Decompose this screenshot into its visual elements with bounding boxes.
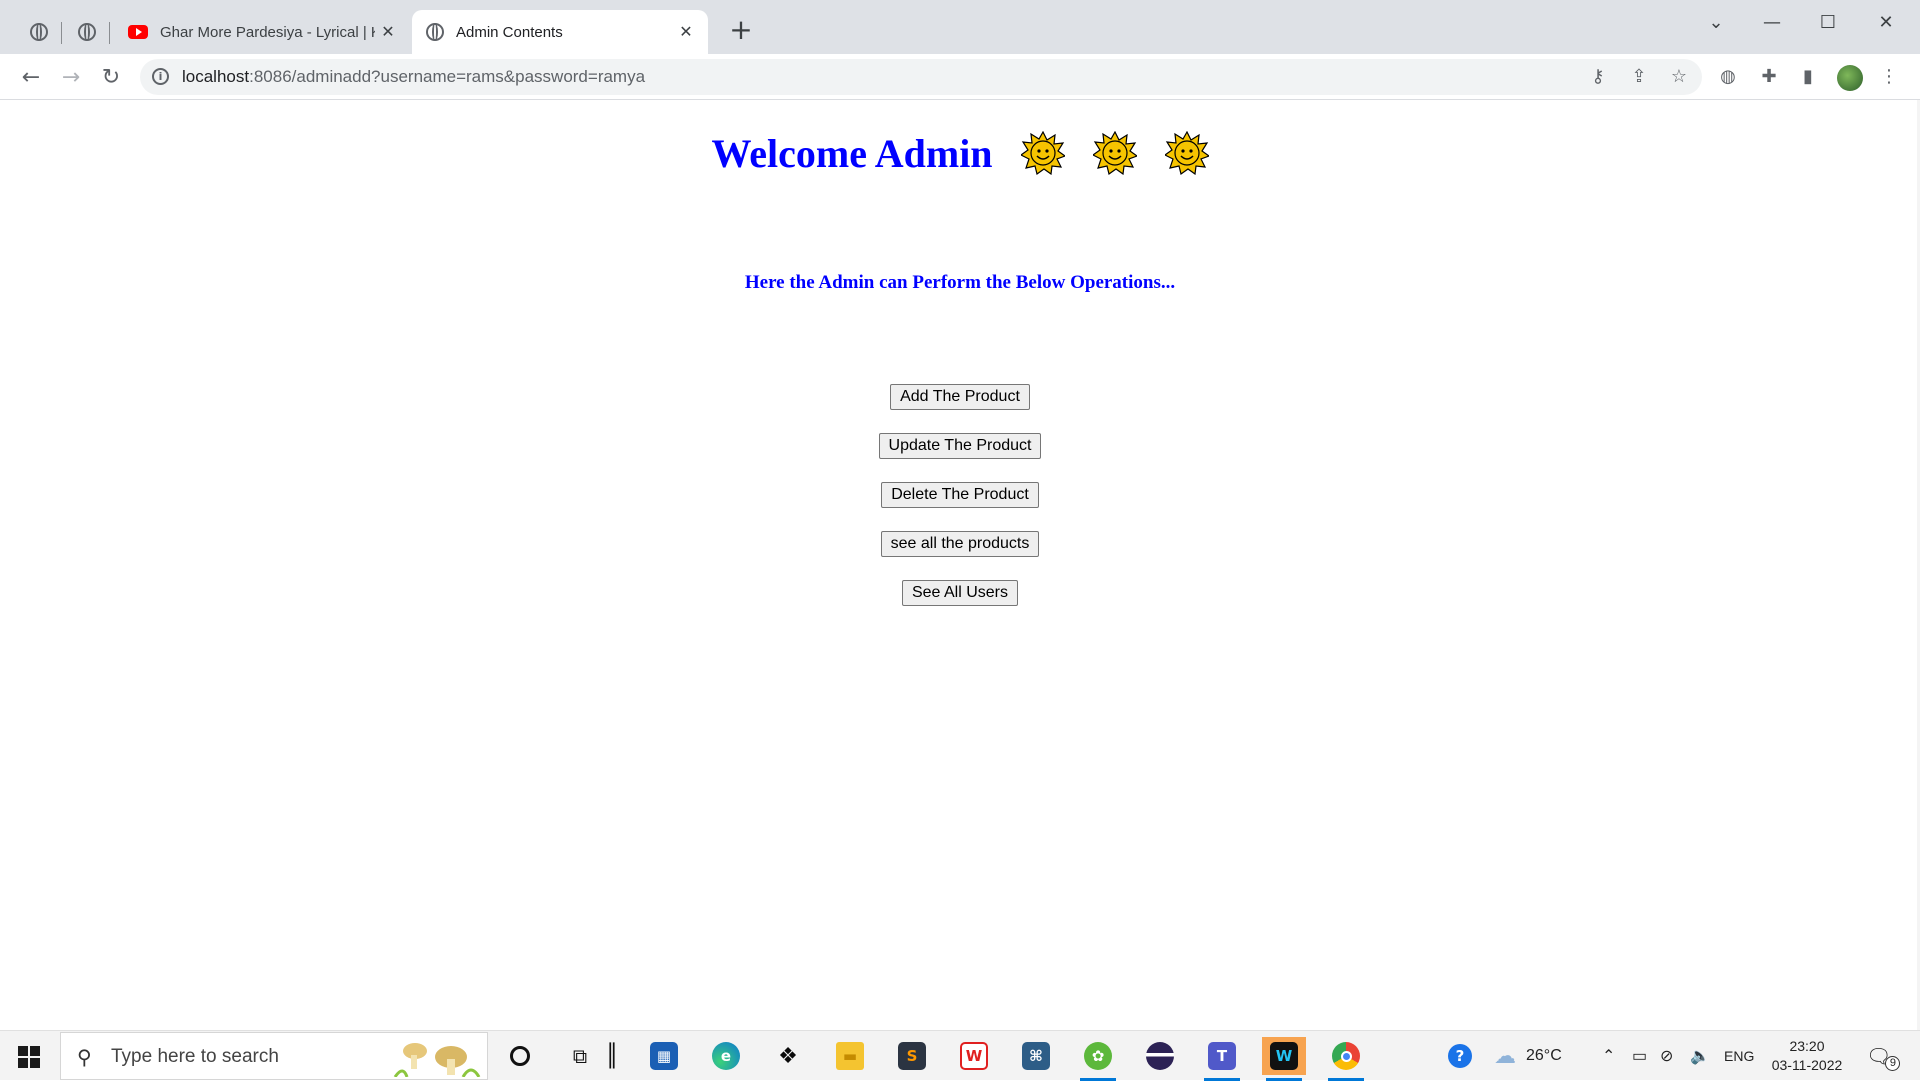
search-highlight-art-icon <box>393 1043 481 1077</box>
language-indicator[interactable]: ENG <box>1724 1031 1754 1081</box>
cortana-icon[interactable] <box>498 1037 542 1075</box>
globe-icon <box>30 23 48 41</box>
webex-icon[interactable]: W <box>1262 1037 1306 1081</box>
cloud-icon: ☁ <box>1494 1043 1516 1068</box>
welcome-heading: Welcome Admin <box>711 131 993 176</box>
menu-kebab-icon[interactable]: ⋮ <box>1877 66 1901 90</box>
windows-start-icon[interactable] <box>18 1046 40 1068</box>
bookmark-star-icon[interactable]: ☆ <box>1668 66 1690 88</box>
dropbox-icon[interactable]: ❖ <box>766 1037 810 1075</box>
sublime-text-icon[interactable]: S <box>890 1037 934 1075</box>
page-title: Welcome Admin <box>0 130 1920 177</box>
address-bar[interactable]: i localhost:8086/adminadd?username=rams&… <box>140 59 1702 95</box>
url-text[interactable]: localhost:8086/adminadd?username=rams&pa… <box>182 67 645 87</box>
browser-toolbar: ← → ↻ i localhost:8086/adminadd?username… <box>0 54 1920 100</box>
chrome-icon[interactable] <box>1324 1037 1368 1081</box>
wps-office-icon[interactable]: W <box>952 1037 996 1075</box>
forward-arrow-icon[interactable]: → <box>56 62 86 92</box>
clock-date: 03-11-2022 <box>1771 1057 1843 1073</box>
globe-icon <box>78 23 96 41</box>
pinned-tab[interactable] <box>16 10 62 54</box>
sun-emoji-icon <box>1020 131 1065 175</box>
close-icon[interactable]: ✕ <box>676 22 696 42</box>
new-tab-button[interactable]: + <box>726 16 756 46</box>
close-icon[interactable]: ✕ <box>378 22 398 42</box>
help-icon[interactable]: ? <box>1438 1037 1482 1075</box>
minimize-button[interactable]: — <box>1744 4 1800 40</box>
maximize-button[interactable]: ☐ <box>1800 4 1856 40</box>
globe-icon <box>426 23 444 41</box>
extension-globe-icon[interactable]: ◍ <box>1716 66 1740 90</box>
eclipse-icon[interactable] <box>1138 1037 1182 1075</box>
tab-admin-contents[interactable]: Admin Contents ✕ <box>412 10 708 54</box>
youtube-icon <box>128 25 148 39</box>
search-placeholder: Type here to search <box>111 1046 279 1067</box>
back-arrow-icon[interactable]: ← <box>16 62 46 92</box>
show-hidden-icons-chevron-icon[interactable]: ⌃ <box>1602 1031 1615 1081</box>
notification-count: 9 <box>1885 1055 1901 1071</box>
spring-tool-suite-icon[interactable]: ✿ <box>1076 1037 1120 1081</box>
battery-icon[interactable]: ▭ <box>1632 1031 1647 1081</box>
pinned-tab[interactable] <box>64 10 110 54</box>
file-explorer-icon[interactable]: ▬ <box>828 1037 872 1075</box>
taskbar-search-box[interactable]: ⚲ Type here to search <box>60 1032 488 1080</box>
side-panel-icon[interactable]: ▮ <box>1796 66 1820 90</box>
edge-icon[interactable]: e <box>704 1037 748 1075</box>
tab-youtube[interactable]: Ghar More Pardesiya - Lyrical | Ka ✕ <box>120 10 410 54</box>
see-all-products-button[interactable]: see all the products <box>880 531 1040 557</box>
sun-emoji-icon <box>1092 131 1137 175</box>
notification-center-icon[interactable]: 🗨 9 <box>1866 1031 1901 1081</box>
close-window-button[interactable]: ✕ <box>1858 4 1914 40</box>
tab-search-chevron-icon[interactable]: ⌄ <box>1688 4 1744 40</box>
volume-icon[interactable]: 🔈 <box>1690 1031 1710 1081</box>
mysql-workbench-icon[interactable]: ⌘ <box>1014 1037 1058 1075</box>
key-icon[interactable]: ⚷ <box>1587 66 1609 88</box>
clock-time: 23:20 <box>1789 1038 1825 1054</box>
microsoft-teams-icon[interactable]: T <box>1200 1037 1244 1081</box>
task-view-icon[interactable]: ⧉ <box>558 1037 602 1075</box>
tab-title: Ghar More Pardesiya - Lyrical | Ka <box>160 23 375 41</box>
weather-temperature: 26°C <box>1526 1047 1562 1064</box>
add-product-button[interactable]: Add The Product <box>890 384 1030 410</box>
profile-avatar[interactable] <box>1837 65 1863 91</box>
see-all-users-button[interactable]: See All Users <box>901 580 1019 606</box>
search-icon: ⚲ <box>77 1045 92 1069</box>
weather-widget[interactable]: ☁ 26°C <box>1494 1031 1562 1081</box>
tab-strip: Ghar More Pardesiya - Lyrical | Ka ✕ Adm… <box>0 0 1920 54</box>
tab-title: Admin Contents <box>456 23 563 41</box>
extensions-puzzle-icon[interactable]: ✚ <box>1757 66 1781 90</box>
network-icon[interactable]: ⊘ <box>1660 1031 1673 1081</box>
microsoft-store-icon[interactable]: ▦ <box>642 1037 686 1075</box>
operations-subtitle: Here the Admin can Perform the Below Ope… <box>744 272 1176 293</box>
update-product-button[interactable]: Update The Product <box>878 433 1042 459</box>
reload-icon[interactable]: ↻ <box>96 62 126 92</box>
delete-product-button[interactable]: Delete The Product <box>881 482 1039 508</box>
info-icon[interactable]: i <box>152 68 169 85</box>
sun-emoji-icon <box>1164 131 1209 175</box>
operations-buttons: Add The Product Update The Product Delet… <box>0 384 1920 629</box>
taskbar-clock[interactable]: 23:20 03-11-2022 <box>1762 1037 1852 1075</box>
windows-taskbar: ⚲ Type here to search ⧉ ║ ▦ e ❖ ▬ S W ⌘ … <box>0 1030 1920 1081</box>
share-icon[interactable]: ⇪ <box>1628 66 1650 88</box>
taskbar-divider-icon: ║ <box>605 1043 619 1069</box>
page-content: Welcome Admin Here the Admin can Perform… <box>0 100 1920 1030</box>
